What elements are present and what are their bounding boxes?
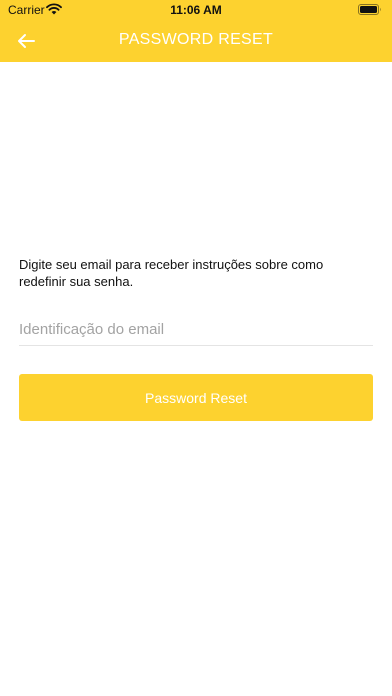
page-title: PASSWORD RESET: [118, 31, 274, 48]
header: Carrier 11:06 AM PASSWORD RESET: [0, 0, 392, 62]
nav-bar: PASSWORD RESET: [0, 20, 392, 62]
password-reset-button[interactable]: Password Reset: [19, 374, 373, 421]
email-field[interactable]: [19, 318, 373, 346]
instruction-text: Digite seu email para receber instruções…: [19, 257, 324, 289]
status-time: 11:06 AM: [170, 3, 222, 17]
password-reset-screen: Carrier 11:06 AM PASSWORD RESET Digite s…: [0, 0, 392, 696]
battery-icon: [358, 4, 381, 15]
status-bar: Carrier 11:06 AM: [0, 0, 392, 20]
